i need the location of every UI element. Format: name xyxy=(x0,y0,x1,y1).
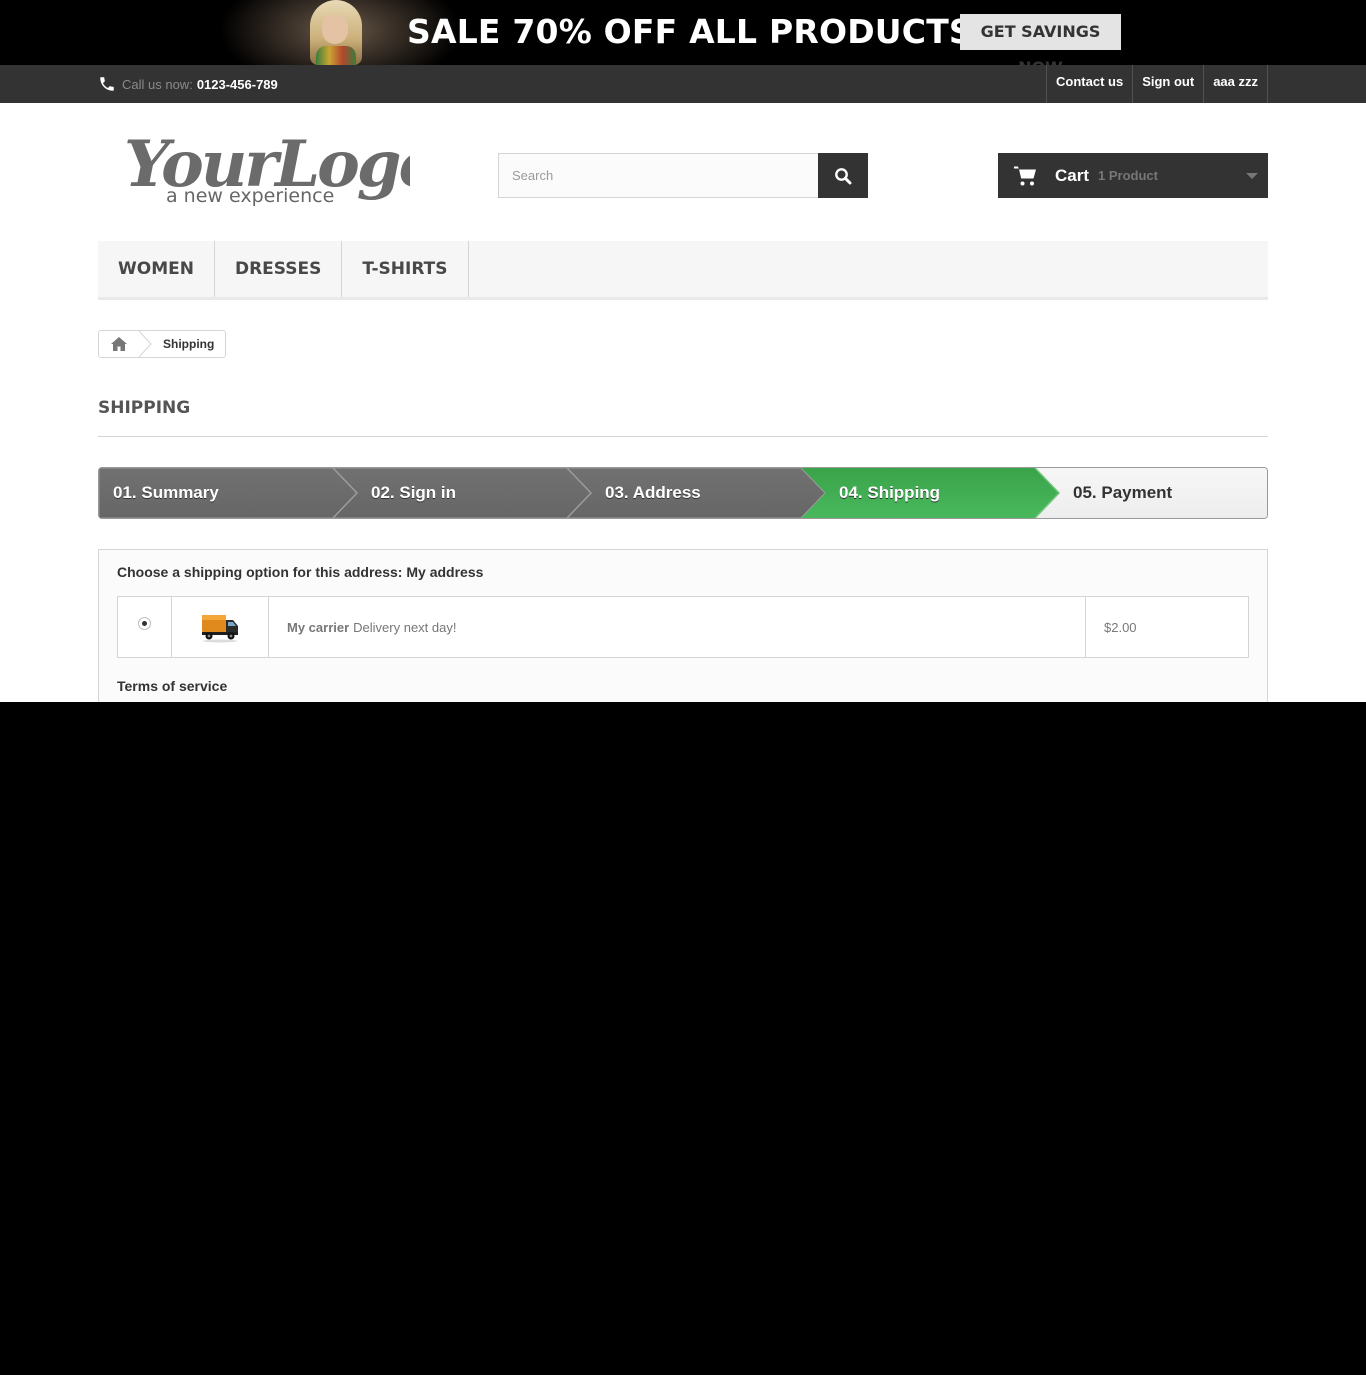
top-bar: Call us now: 0123-456-789 Contact us Sig… xyxy=(0,65,1366,103)
carrier-option-row[interactable]: My carrier Delivery next day! $2.00 xyxy=(117,596,1249,658)
step-address[interactable]: 03. Address xyxy=(605,468,701,518)
carrier-logo-cell xyxy=(172,597,269,657)
account-link[interactable]: aaa zzz xyxy=(1204,65,1268,103)
carrier-price: $2.00 xyxy=(1104,619,1137,635)
breadcrumb-current: Shipping xyxy=(163,337,215,351)
step-sign-in[interactable]: 02. Sign in xyxy=(371,468,456,518)
step-payment: 05. Payment xyxy=(1073,483,1173,502)
sign-out-link[interactable]: Sign out xyxy=(1133,65,1205,103)
search-input[interactable] xyxy=(498,153,818,198)
menu-item-dresses[interactable]: DRESSES xyxy=(215,241,343,297)
chevron-down-icon xyxy=(1246,173,1258,179)
checkout-steps: 01. Summary 02. Sign in 03. Address 04. … xyxy=(98,467,1268,519)
phone-icon xyxy=(100,77,114,91)
step-summary[interactable]: 01. Summary xyxy=(113,468,219,518)
carrier-delay: Delivery next day! xyxy=(353,619,457,635)
get-savings-button[interactable]: GET SAVINGS NOW xyxy=(960,14,1121,65)
shop-logo[interactable]: YourLogo a new experience xyxy=(120,120,410,212)
banner-title: SALE 70% OFF ALL PRODUCTS xyxy=(407,12,973,51)
terms-of-service-title: Terms of service xyxy=(117,678,228,694)
menu-item-women[interactable]: WOMEN xyxy=(98,241,215,297)
carrier-radio-cell xyxy=(118,597,172,657)
search-form xyxy=(498,153,868,198)
carrier-description-cell: My carrier Delivery next day! xyxy=(269,597,1086,657)
delivery-truck-icon xyxy=(202,615,238,643)
breadcrumb-separator xyxy=(139,331,152,357)
cart-count: 1 Product xyxy=(1098,168,1158,183)
breadcrumb-home[interactable] xyxy=(99,331,139,357)
delivery-options-title: Choose a shipping option for this addres… xyxy=(117,564,483,580)
call-us-label: Call us now: xyxy=(122,76,193,92)
delivery-options-box: Choose a shipping option for this addres… xyxy=(98,549,1268,702)
menu-item-t-shirts[interactable]: T-SHIRTS xyxy=(342,241,469,297)
page-title: SHIPPING xyxy=(98,396,1268,437)
logo-tagline: a new experience xyxy=(166,185,334,207)
carrier-radio[interactable] xyxy=(138,616,151,630)
step-shipping: 04. Shipping xyxy=(839,483,941,502)
cart-label: Cart xyxy=(1055,165,1090,185)
page: SALE 70% OFF ALL PRODUCTS GET SAVINGS NO… xyxy=(0,0,1366,702)
search-button[interactable] xyxy=(818,153,868,198)
main-menu: WOMEN DRESSES T-SHIRTS xyxy=(98,241,1268,300)
phone-number: 0123-456-789 xyxy=(196,76,278,92)
shop-phone: Call us now: 0123-456-789 xyxy=(98,73,278,95)
delivery-address-name: My address xyxy=(406,564,484,580)
delivery-options-prefix: Choose a shipping option for this addres… xyxy=(117,564,403,580)
cart-icon xyxy=(1014,166,1036,185)
contact-us-link[interactable]: Contact us xyxy=(1047,65,1134,103)
promo-banner[interactable]: SALE 70% OFF ALL PRODUCTS GET SAVINGS NO… xyxy=(0,0,1366,65)
search-icon xyxy=(835,167,852,184)
header-user-nav: Contact us Sign out aaa zzz xyxy=(1046,65,1268,103)
carrier-name: My carrier xyxy=(287,619,350,635)
breadcrumb: Shipping xyxy=(98,330,227,358)
cart-button[interactable]: Cart 1 Product xyxy=(998,153,1268,198)
home-icon xyxy=(111,337,127,351)
